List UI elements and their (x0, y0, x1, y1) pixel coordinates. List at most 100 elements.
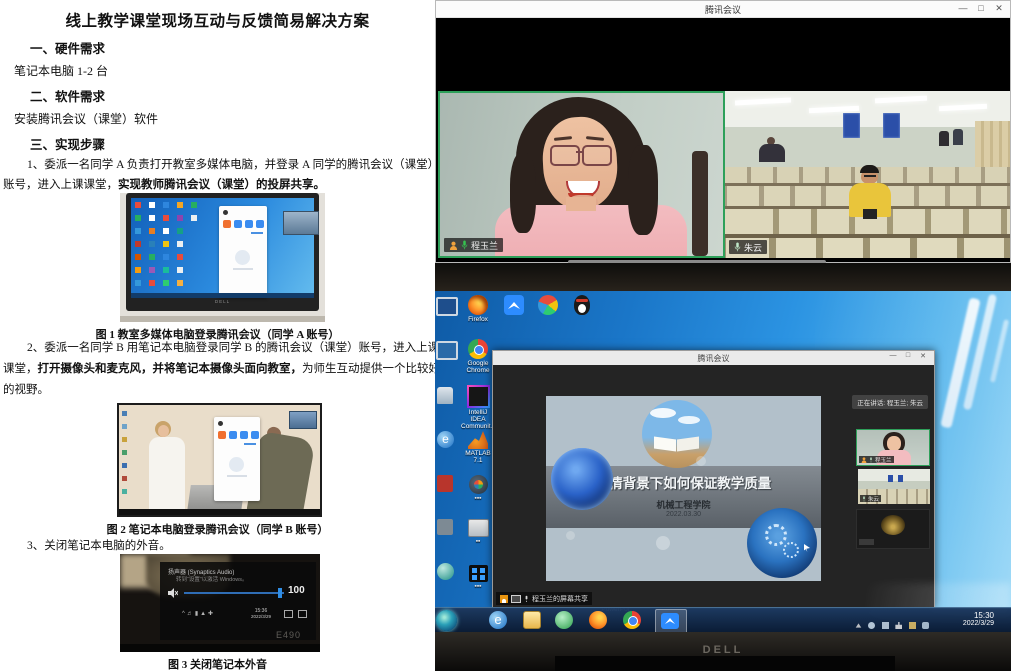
taskbar-360-icon[interactable] (555, 611, 573, 629)
meeting-window: 腾讯会议 — □ ✕ 程玉兰 (435, 0, 1011, 263)
mic-on-icon (862, 496, 866, 502)
teamviewer-sphere-icon[interactable] (437, 563, 454, 580)
member-person-icon (449, 241, 458, 250)
desktop-icon-qq[interactable] (565, 295, 599, 315)
doc-body-software: 安装腾讯会议（课堂）软件 (14, 110, 158, 127)
fig1-tm-button-blue2 (245, 220, 253, 228)
fig2-tm-button-blue3 (251, 431, 259, 439)
internet-explorer-icon[interactable]: e (437, 431, 454, 448)
step3-line: 3、关闭笔记本电脑的外音。 (27, 537, 171, 553)
close-button[interactable]: ✕ (916, 352, 930, 360)
presenter-person-icon (500, 595, 508, 603)
taskbar-explorer-icon[interactable] (523, 611, 541, 629)
mic-on-icon (869, 457, 873, 463)
desktop-icon-intellij[interactable]: IntelliJ IDEA Communit... (461, 385, 495, 430)
fig2-woman-face (158, 425, 169, 437)
thumbnail-chengyulan[interactable]: 程玉兰 (856, 429, 930, 466)
fig3-volume-value: 100 (288, 585, 305, 596)
taskbar-chrome-icon[interactable] (623, 611, 641, 629)
step1-line2-normal: 账号，进入上课课堂， (3, 179, 118, 191)
desktop-icon-firefox[interactable]: Firefox (461, 295, 495, 323)
speaking-indicator: 正在讲话: 程玉兰; 朱云 (852, 395, 928, 409)
fig3-tray-square1 (284, 610, 293, 618)
taskbar-ie-icon[interactable]: e (489, 611, 507, 629)
fig1-desk-shadow (120, 316, 325, 322)
pdf-reader-icon[interactable] (437, 475, 453, 492)
utility-label-smudge: ▪▪ (461, 538, 495, 545)
taskbar-firefox-icon[interactable] (589, 611, 607, 629)
desktop-icon-tencent-meeting[interactable] (497, 295, 531, 315)
taskbar-active-app-slot[interactable] (655, 609, 687, 634)
desktop-icon-pinwheel-app[interactable] (531, 295, 565, 315)
tray-flag-icon (909, 622, 916, 629)
fig2-woman-body (149, 437, 185, 515)
desktop-icon-chrome[interactable]: Google Chrome (461, 339, 495, 374)
thumb3-avatar (881, 515, 905, 535)
hair-strand-left (510, 153, 536, 233)
thumb2-tag: 朱云 (860, 495, 881, 502)
back-student-2 (953, 129, 963, 145)
cloud-1 (650, 408, 676, 418)
taskbar-tencent-meeting-icon (661, 613, 679, 629)
desktop-icon-snipping[interactable]: ▪▪ (461, 519, 495, 545)
start-button[interactable] (436, 610, 457, 631)
document-panel: 线上教学课堂现场互动与反馈简易解决方案 一、硬件需求 笔记本电脑 1-2 台 二… (0, 0, 435, 671)
photo-meeting-titlebar: 腾讯会议 — □ ✕ (493, 351, 934, 365)
glasses-left-lens (550, 145, 580, 166)
monitor-top-bezel (435, 263, 1011, 293)
mic-on-icon (734, 242, 741, 252)
thumb2-poster1 (888, 475, 893, 482)
close-button[interactable]: ✕ (992, 3, 1006, 14)
intellij-label: IntelliJ IDEA Communit... (461, 409, 495, 430)
fig3-volume-knob (278, 588, 282, 598)
fig1-tm-link (251, 232, 263, 234)
doc-title: 线上教学课堂现场互动与反馈简易解决方案 (0, 9, 435, 31)
figure3-image: 扬声器 (Synaptics Audio) 转到“设置”以激活 Windows。… (120, 554, 320, 652)
step2-line2: 课堂，打开摄像头和麦克风，并将笔记本摄像头面向教室，为师生互动提供一个比较好 (3, 360, 440, 376)
video-tile-zhuyun[interactable]: 朱云 (725, 91, 1010, 258)
network-icon[interactable] (436, 341, 458, 360)
autocad-icon[interactable] (437, 519, 453, 535)
fig3-volume-track (184, 592, 284, 594)
desktop-icon-jiyu[interactable]: ▪▪▪ (461, 565, 495, 590)
desktop-icon-matlab[interactable]: MATLAB 7.1 (461, 431, 495, 464)
back-student-1 (939, 131, 949, 146)
dell-logo: DELL (435, 644, 1011, 656)
taskbar-clock[interactable]: 15:30 2022/3/29 (932, 611, 994, 627)
maximize-button[interactable]: □ (901, 352, 915, 359)
penguin-belly (578, 304, 586, 313)
thumb2-wall (858, 481, 930, 489)
thumbnail-zhuyun[interactable]: 朱云 (858, 469, 930, 504)
computer-icon[interactable] (436, 297, 458, 316)
desk-shadow (555, 656, 895, 671)
penguin-scarf (576, 299, 588, 302)
tray-battery-icon (882, 622, 889, 629)
doc-body-hardware: 笔记本电脑 1-2 台 (14, 62, 108, 79)
screen-share-monitor-icon (511, 595, 521, 603)
book-page-right (677, 436, 699, 451)
fig3-tray-square2 (298, 610, 307, 618)
chrome-center (628, 616, 638, 626)
maximize-button[interactable]: □ (974, 3, 988, 13)
desktop-icon-qq-player[interactable]: ▪▪▪ (461, 475, 495, 502)
fig2-tm-link (244, 443, 256, 445)
video-tile-chengyulan[interactable]: 程玉兰 (438, 91, 725, 258)
step2-line1: 2、委派一名同学 B 用笔记本电脑登录同学 B 的腾讯会议（课堂）账号，进入上课 (27, 339, 439, 355)
fig1-tm-empty-circle (235, 250, 250, 265)
fig3-tray-icons: ^♬▮▲✚ (182, 610, 240, 618)
fig1-video-thumbnail (283, 211, 319, 235)
fig1-desktop-icons (135, 202, 141, 208)
fig3-bottom-edge (120, 644, 320, 652)
fig2-meeting-window (214, 417, 260, 501)
thumbnail-novideo[interactable] (856, 509, 930, 549)
screen-share-banner: 程玉兰的屏幕共享 (496, 592, 592, 605)
minimize-button[interactable]: — (956, 3, 970, 13)
jiyu-classroom-icon (469, 565, 488, 582)
clock-time: 15:30 (932, 611, 994, 620)
figure1-image: DELL (120, 193, 325, 322)
matlab-label: MATLAB 7.1 (461, 450, 495, 464)
recycle-bin-icon[interactable] (437, 387, 453, 404)
minimize-button[interactable]: — (886, 352, 900, 359)
step1-line1: 1、委派一名同学 A 负责打开教室多媒体电脑，并登录 A 同学的腾讯会议（课堂） (27, 156, 439, 172)
jiyu-squares (472, 568, 477, 573)
